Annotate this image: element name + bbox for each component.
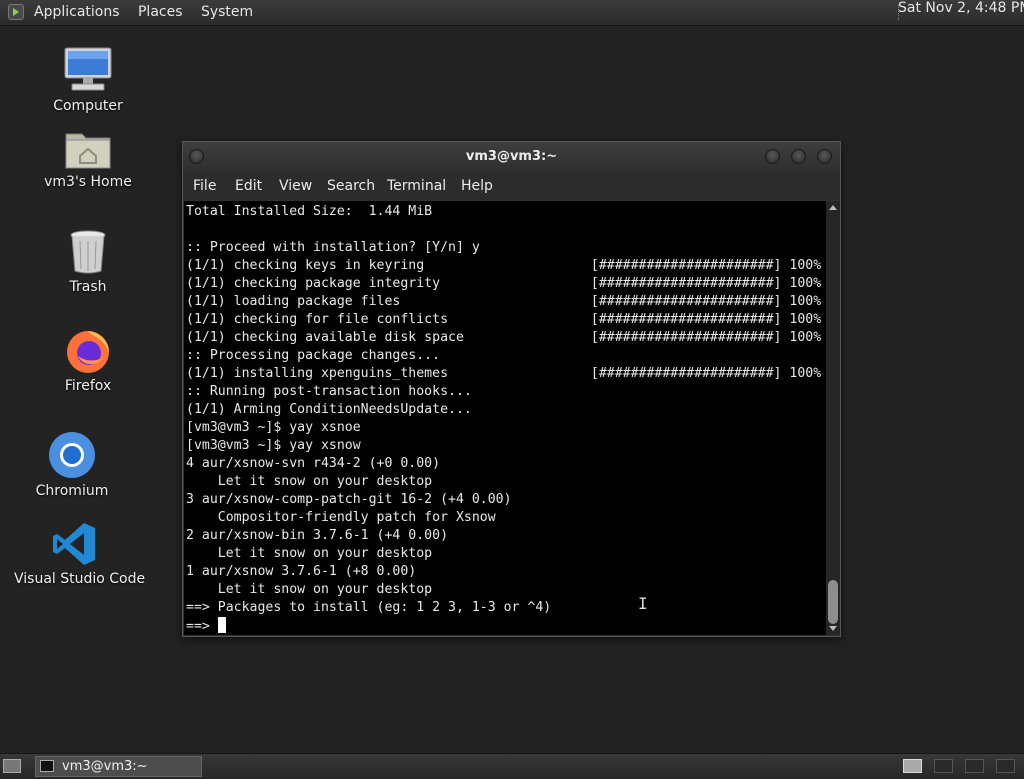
workspace-1[interactable] [903, 759, 922, 773]
computer-icon [64, 47, 112, 91]
clock[interactable]: Sat Nov 2, 4:48 PM [898, 0, 1024, 16]
bottom-panel: vm3@vm3:~ [0, 753, 1024, 779]
terminal-line: 2 aur/xsnow-bin 3.7.6-1 (+4 0.00) [186, 528, 449, 543]
terminal-scrollbar[interactable] [826, 201, 840, 635]
workspace-4[interactable] [996, 759, 1015, 773]
close-button[interactable] [817, 149, 832, 164]
home-folder-icon [65, 133, 111, 169]
desktop-icon-computer[interactable]: Computer [28, 46, 148, 114]
window-title: vm3@vm3:~ [465, 149, 558, 164]
trash-icon [70, 230, 106, 274]
mouse-ibeam-cursor-icon: I [638, 594, 648, 613]
terminal-line: (1/1) checking package integrity [######… [186, 276, 822, 291]
desktop-icon-label: vm3's Home [44, 174, 132, 190]
scroll-up-arrow-icon[interactable] [829, 205, 837, 210]
terminal-line: (1/1) checking available disk space [###… [186, 330, 822, 345]
show-desktop-icon[interactable] [3, 759, 21, 773]
places-menu[interactable]: Places [138, 4, 183, 20]
terminal-text: Total Installed Size: 1.44 MiB :: Procee… [184, 201, 826, 635]
terminal-line: (1/1) checking keys in keyring [########… [186, 258, 822, 273]
menu-terminal[interactable]: Terminal [387, 172, 446, 200]
terminal-window[interactable]: vm3@vm3:~ File Edit View Search Terminal… [182, 141, 841, 637]
terminal-output[interactable]: Total Installed Size: 1.44 MiB :: Procee… [184, 201, 826, 635]
menu-view[interactable]: View [279, 172, 312, 200]
terminal-line: [vm3@vm3 ~]$ yay xsnow [186, 438, 361, 453]
terminal-line: Compositor-friendly patch for Xsnow [217, 510, 496, 525]
terminal-prompt: ==> [186, 619, 218, 634]
terminal-menubar: File Edit View Search Terminal Help [183, 172, 840, 200]
firefox-icon [67, 331, 109, 373]
terminal-line: :: Running post-transaction hooks... [186, 384, 472, 399]
terminal-line: (1/1) loading package files [###########… [186, 294, 822, 309]
menu-edit[interactable]: Edit [235, 172, 262, 200]
desktop-icon-label: Trash [69, 279, 107, 295]
applications-menu-icon[interactable] [8, 4, 24, 20]
terminal-line: 4 aur/xsnow-svn r434-2 (+0 0.00) [186, 456, 441, 471]
terminal-line: 3 aur/xsnow-comp-patch-git 16-2 (+4 0.00… [186, 492, 512, 507]
maximize-button[interactable] [791, 149, 806, 164]
desktop-icon-vscode[interactable]: Visual Studio Code [14, 521, 146, 587]
terminal-icon [40, 760, 54, 772]
system-menu[interactable]: System [201, 4, 253, 20]
chromium-icon [49, 432, 95, 478]
terminal-line: 1 aur/xsnow 3.7.6-1 (+8 0.00) [186, 564, 417, 579]
window-menu-button[interactable] [189, 149, 204, 164]
desktop-icon-firefox[interactable]: Firefox [28, 326, 148, 394]
top-panel: Applications Places System Sat Nov 2, 4:… [0, 0, 1024, 26]
workspace-3[interactable] [965, 759, 984, 773]
terminal-line: :: Processing package changes... [186, 348, 441, 363]
desktop-icon-home[interactable]: vm3's Home [28, 128, 148, 190]
top-menu: Applications Places System [34, 0, 267, 25]
taskbar-item-label: vm3@vm3:~ [62, 759, 148, 774]
terminal-line: [vm3@vm3 ~]$ yay xsnoe [186, 420, 361, 435]
terminal-line: Let it snow on your desktop [217, 546, 433, 561]
terminal-line: Total Installed Size: 1.44 MiB [186, 204, 433, 219]
menu-help[interactable]: Help [461, 172, 493, 200]
terminal-cursor [217, 617, 226, 633]
vscode-icon [53, 523, 95, 565]
workspace-2[interactable] [934, 759, 953, 773]
scrollbar-thumb[interactable] [828, 580, 838, 624]
terminal-line: Let it snow on your desktop [217, 474, 433, 489]
desktop-icon-label: Visual Studio Code [14, 571, 146, 587]
desktop-icon-label: Firefox [64, 378, 112, 394]
scroll-down-arrow-icon[interactable] [829, 626, 837, 631]
desktop-icon-label: Chromium [35, 483, 109, 499]
terminal-line: (1/1) installing xpenguins_themes [#####… [186, 366, 822, 381]
taskbar-item-terminal[interactable]: vm3@vm3:~ [35, 756, 202, 777]
desktop-icon-label: Computer [53, 98, 123, 114]
window-titlebar[interactable]: vm3@vm3:~ [183, 142, 840, 172]
terminal-line: Let it snow on your desktop [217, 582, 433, 597]
menu-search[interactable]: Search [327, 172, 375, 200]
desktop-icon-chromium[interactable]: Chromium [12, 431, 132, 499]
terminal-line: :: Proceed with installation? [Y/n] y [186, 240, 480, 255]
desktop-icon-trash[interactable]: Trash [28, 229, 148, 295]
minimize-button[interactable] [765, 149, 780, 164]
terminal-line: (1/1) checking for file conflicts [#####… [186, 312, 822, 327]
terminal-line: (1/1) Arming ConditionNeedsUpdate... [186, 402, 472, 417]
terminal-line: ==> Packages to install (eg: 1 2 3, 1-3 … [186, 600, 552, 615]
menu-file[interactable]: File [193, 172, 216, 200]
applications-menu[interactable]: Applications [34, 4, 120, 20]
